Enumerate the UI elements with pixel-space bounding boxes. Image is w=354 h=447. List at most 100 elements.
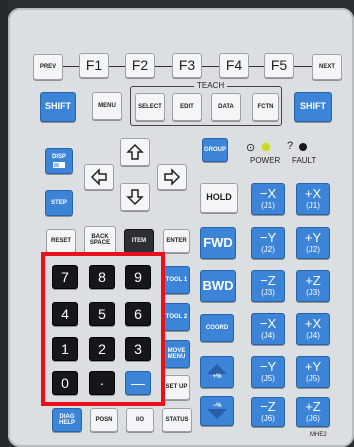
jog-pos-ry-label: +Y [304, 359, 322, 375]
jog-pos-rz-axis: (J6) [306, 414, 320, 424]
jog-neg-z-button[interactable]: −Z (J3) [251, 270, 285, 302]
shift-right-button[interactable]: SHIFT [294, 92, 332, 122]
group-button[interactable]: GROUP [202, 138, 228, 162]
jog-pos-rx-axis: (J4) [306, 331, 320, 341]
posn-button[interactable]: POSN [90, 408, 118, 432]
fwd-button[interactable]: FWD [200, 227, 236, 259]
prev-button[interactable]: PREV [33, 54, 63, 80]
tool1-button[interactable]: TOOL 1 [163, 266, 190, 294]
next-button[interactable]: NEXT [312, 54, 342, 80]
fault-label: FAULT [292, 156, 317, 165]
jog-pos-x-label: +X [304, 186, 322, 202]
dot-button[interactable]: · [89, 371, 115, 395]
jog-pos-y-button[interactable]: +Y (J2) [296, 227, 330, 259]
minus-button[interactable]: — [125, 371, 151, 395]
arrow-up-button[interactable] [120, 138, 150, 166]
f2-button[interactable]: F2 [125, 53, 155, 78]
jog-neg-x-button[interactable]: −X (J1) [251, 183, 285, 215]
data-button[interactable]: DATA [211, 93, 241, 121]
fault-led [299, 143, 307, 151]
jog-neg-rx-axis: (J4) [261, 331, 275, 341]
num-5-button[interactable]: 5 [89, 302, 115, 326]
arrow-left-button[interactable] [84, 164, 114, 190]
f3-button[interactable]: F3 [172, 53, 202, 78]
speed-down-button[interactable]: −% [200, 396, 234, 426]
move-menu-button[interactable]: MOVE MENU [163, 340, 190, 368]
backspace-button[interactable]: BACK SPACE [84, 226, 116, 254]
jog-neg-ry-label: −Y [259, 359, 277, 375]
jog-pos-rz-label: +Z [305, 399, 321, 415]
jog-neg-y-axis: (J2) [261, 245, 275, 255]
enter-button[interactable]: ENTER [163, 229, 190, 253]
jog-neg-y-label: −Y [259, 230, 277, 246]
jog-neg-rz-axis: (J6) [261, 414, 275, 424]
jog-neg-z-label: −Z [260, 273, 276, 289]
jog-neg-ry-axis: (J5) [261, 374, 275, 384]
fault-symbol: ? [287, 140, 294, 152]
num-7-button[interactable]: 7 [52, 265, 78, 289]
arrow-left-icon [90, 168, 107, 186]
jog-pos-y-label: +Y [304, 230, 322, 246]
arrow-right-button[interactable] [157, 164, 187, 190]
jog-pos-z-button[interactable]: +Z (J3) [296, 270, 330, 302]
tool2-button[interactable]: TOOL 2 [163, 303, 190, 331]
select-button[interactable]: SELECT [135, 93, 165, 121]
num-2-button[interactable]: 2 [89, 337, 115, 361]
arrow-up-icon [126, 143, 144, 160]
bwd-button[interactable]: BWD [200, 270, 236, 302]
jog-neg-rz-label: −Z [260, 399, 276, 415]
num-8-button[interactable]: 8 [89, 265, 115, 289]
jog-neg-x-axis: (J1) [261, 201, 275, 211]
status-button[interactable]: STATUS [162, 408, 192, 432]
teach-label: TEACH [194, 81, 228, 90]
io-button[interactable]: I/O [126, 408, 154, 432]
power-symbol: ⊙ [246, 142, 256, 154]
jog-pos-ry-button[interactable]: +Y (J5) [296, 356, 330, 388]
jog-neg-z-axis: (J3) [261, 288, 275, 298]
edit-button[interactable]: EDIT [172, 93, 202, 121]
pendant-casing-edge [0, 0, 8, 447]
arrow-down-button[interactable] [120, 183, 150, 211]
hold-button[interactable]: HOLD [200, 183, 238, 213]
f5-button[interactable]: F5 [264, 53, 294, 78]
reset-button[interactable]: RESET [46, 229, 76, 253]
jog-neg-y-button[interactable]: −Y (J2) [251, 227, 285, 259]
item-button[interactable]: ITEM [124, 229, 154, 253]
disp-label: DISP [51, 153, 66, 160]
power-led [262, 143, 270, 151]
jog-neg-ry-button[interactable]: −Y (J5) [251, 356, 285, 388]
jog-pos-rx-button[interactable]: +X (J4) [296, 313, 330, 345]
arrow-right-icon [164, 168, 181, 186]
model-label: MHE2 [310, 432, 327, 438]
jog-neg-rx-button[interactable]: −X (J4) [251, 313, 285, 345]
num-1-button[interactable]: 1 [52, 337, 78, 361]
f4-button[interactable]: F4 [219, 53, 249, 78]
num-0-button[interactable]: 0 [52, 371, 78, 395]
speed-up-button[interactable]: +% [200, 356, 234, 388]
f1-button[interactable]: F1 [79, 53, 109, 78]
num-4-button[interactable]: 4 [52, 302, 78, 326]
coord-button[interactable]: COORD [200, 314, 234, 342]
num-6-button[interactable]: 6 [125, 302, 151, 326]
jog-neg-x-label: −X [259, 186, 277, 202]
jog-neg-rz-button[interactable]: −Z (J6) [251, 397, 285, 427]
fctn-button[interactable]: FCTN [252, 93, 279, 121]
triangle-up-icon [207, 363, 227, 374]
num-3-button[interactable]: 3 [125, 337, 151, 361]
setup-button[interactable]: SET UP [163, 375, 190, 400]
jog-pos-x-button[interactable]: +X (J1) [296, 183, 330, 215]
diag-help-button[interactable]: DIAG HELP [52, 408, 82, 432]
arrow-down-icon [126, 189, 144, 206]
jog-pos-rx-label: +X [304, 316, 322, 332]
disp-window-icon [53, 162, 65, 169]
jog-neg-rx-label: −X [259, 316, 277, 332]
disp-button[interactable]: DISP [45, 148, 73, 174]
shift-left-button[interactable]: SHIFT [40, 92, 76, 122]
speed-up-label: +% [212, 373, 222, 380]
step-button[interactable]: STEP [45, 190, 73, 216]
jog-pos-x-axis: (J1) [306, 201, 320, 211]
num-9-button[interactable]: 9 [125, 265, 151, 289]
jog-pos-rz-button[interactable]: +Z (J6) [296, 397, 330, 427]
jog-pos-z-axis: (J3) [306, 288, 320, 298]
menu-button[interactable]: MENU [92, 92, 122, 120]
